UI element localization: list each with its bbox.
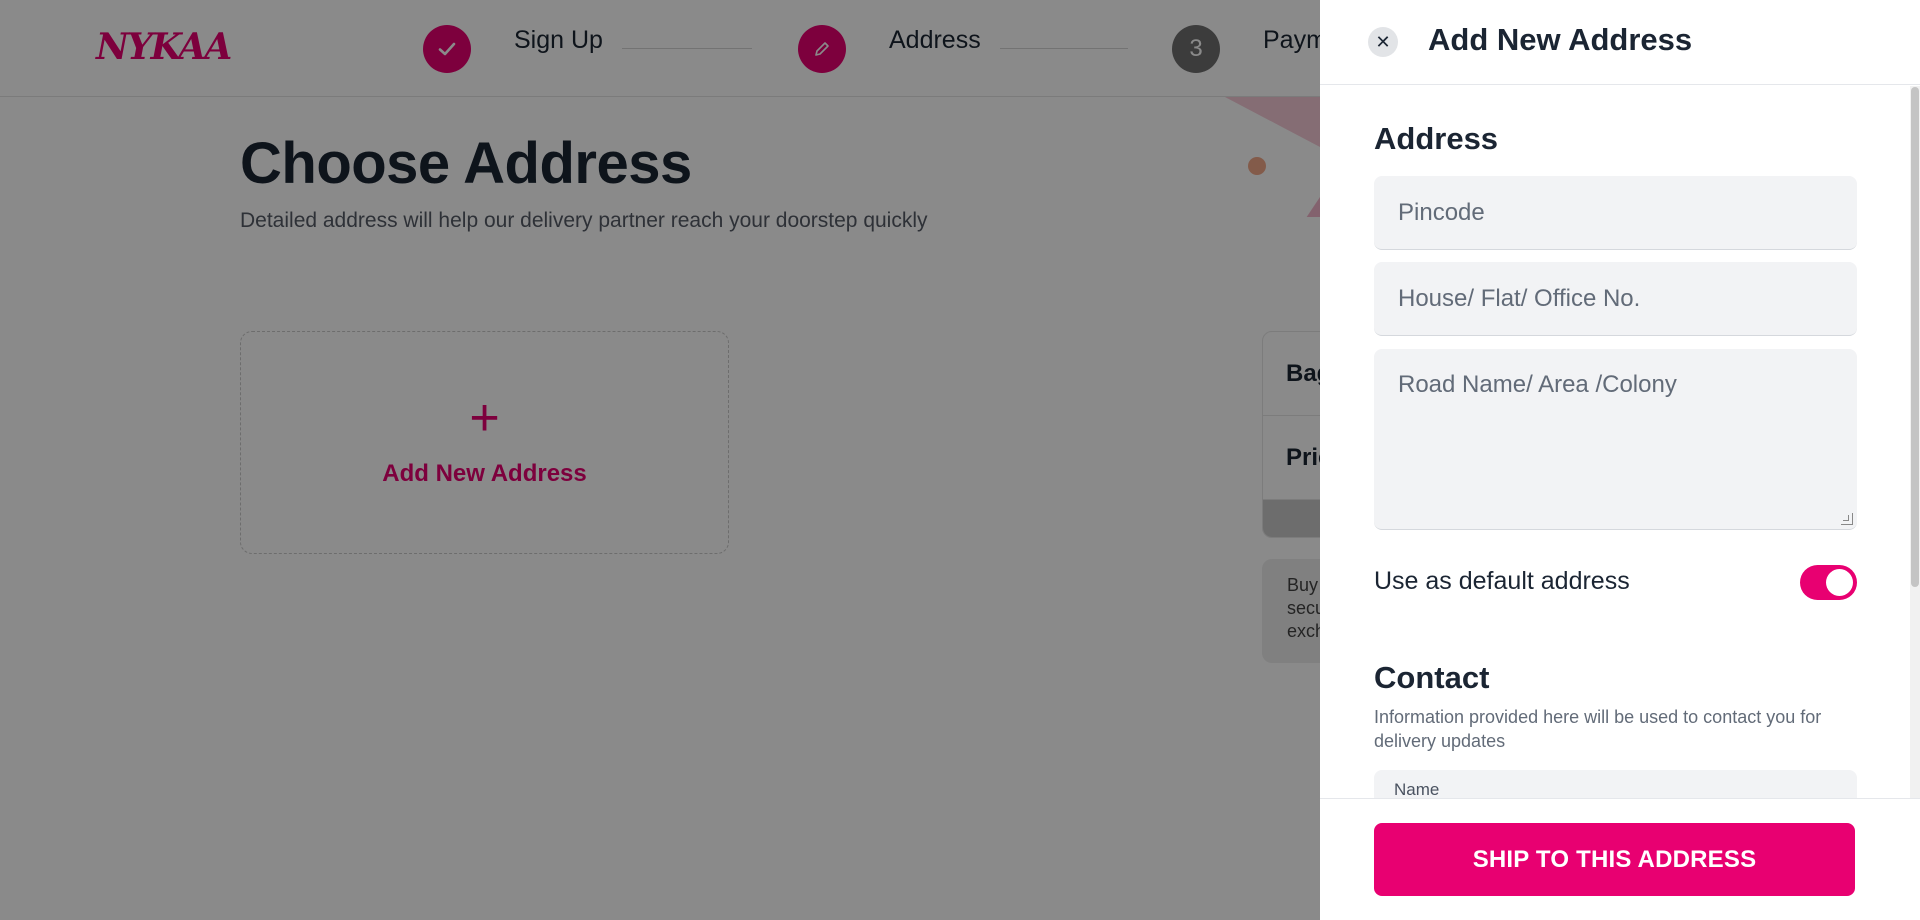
scrollbar-thumb[interactable] [1911,87,1919,587]
road-area-textarea[interactable]: Road Name/ Area /Colony [1374,349,1857,530]
add-address-drawer: ✕ Add New Address Address Pincode House/… [1320,0,1920,920]
name-input[interactable]: Name [1374,770,1857,798]
default-address-toggle[interactable] [1800,565,1857,600]
contact-section-subtitle: Information provided here will be used t… [1374,707,1822,751]
ship-to-this-address-button[interactable]: SHIP TO THIS ADDRESS [1374,823,1855,896]
address-section-title: Address [1374,121,1499,156]
resize-handle-icon[interactable] [1841,513,1853,525]
road-area-placeholder: Road Name/ Area /Colony [1398,371,1677,398]
pincode-input[interactable]: Pincode [1374,176,1857,250]
toggle-knob [1826,569,1853,596]
contact-section-title: Contact [1374,660,1490,695]
drawer-scrollbar[interactable] [1910,86,1920,798]
drawer-footer: SHIP TO THIS ADDRESS [1320,798,1920,920]
drawer-form: Address Pincode House/ Flat/ Office No. … [1320,86,1920,798]
close-icon[interactable]: ✕ [1368,27,1398,57]
drawer-header: ✕ Add New Address [1320,0,1920,85]
name-field-label: Name [1394,780,1440,798]
house-number-input[interactable]: House/ Flat/ Office No. [1374,262,1857,336]
default-address-label: Use as default address [1374,567,1630,595]
drawer-title: Add New Address [1428,22,1693,57]
